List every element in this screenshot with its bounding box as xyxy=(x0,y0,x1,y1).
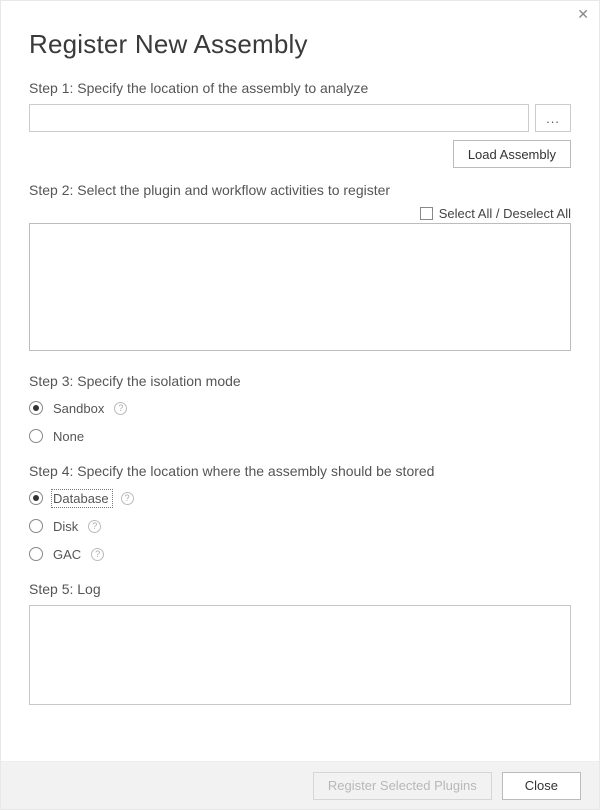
close-button[interactable]: Close xyxy=(502,772,581,800)
step5-label: Step 5: Log xyxy=(29,581,571,597)
help-icon[interactable]: ? xyxy=(114,402,127,415)
radio-icon[interactable] xyxy=(29,519,43,533)
step3-section: Step 3: Specify the isolation mode Sandb… xyxy=(29,373,571,445)
step2-label: Step 2: Select the plugin and workflow a… xyxy=(29,182,571,198)
browse-button[interactable]: ... xyxy=(535,104,571,132)
storage-option-database[interactable]: Database? xyxy=(29,489,571,507)
storage-option-gac[interactable]: GAC? xyxy=(29,545,571,563)
radio-icon[interactable] xyxy=(29,547,43,561)
close-icon[interactable]: ✕ xyxy=(577,7,589,21)
step5-section: Step 5: Log xyxy=(29,581,571,705)
select-all-label: Select All / Deselect All xyxy=(439,206,571,221)
step1-label: Step 1: Specify the location of the asse… xyxy=(29,80,571,96)
step4-label: Step 4: Specify the location where the a… xyxy=(29,463,571,479)
radio-label: Disk xyxy=(53,519,78,534)
dialog-content: Register New Assembly Step 1: Specify th… xyxy=(1,1,599,705)
help-icon[interactable]: ? xyxy=(121,492,134,505)
radio-label: GAC xyxy=(53,547,81,562)
radio-icon[interactable] xyxy=(29,491,43,505)
load-assembly-button[interactable]: Load Assembly xyxy=(453,140,571,168)
isolation-option-none[interactable]: None xyxy=(29,427,571,445)
step2-section: Step 2: Select the plugin and workflow a… xyxy=(29,182,571,351)
plugin-listbox[interactable] xyxy=(29,223,571,351)
help-icon[interactable]: ? xyxy=(88,520,101,533)
storage-option-disk[interactable]: Disk? xyxy=(29,517,571,535)
radio-icon[interactable] xyxy=(29,401,43,415)
radio-label: None xyxy=(53,429,84,444)
select-all-checkbox[interactable] xyxy=(420,207,433,220)
radio-label: Database xyxy=(53,491,111,506)
step1-section: Step 1: Specify the location of the asse… xyxy=(29,80,571,168)
help-icon[interactable]: ? xyxy=(91,548,104,561)
dialog-title: Register New Assembly xyxy=(29,29,571,60)
assembly-path-input[interactable] xyxy=(29,104,529,132)
dialog-footer: Register Selected Plugins Close xyxy=(1,761,599,809)
isolation-option-sandbox[interactable]: Sandbox? xyxy=(29,399,571,417)
log-textbox[interactable] xyxy=(29,605,571,705)
step3-label: Step 3: Specify the isolation mode xyxy=(29,373,571,389)
step4-section: Step 4: Specify the location where the a… xyxy=(29,463,571,563)
radio-label: Sandbox xyxy=(53,401,104,416)
register-selected-plugins-button: Register Selected Plugins xyxy=(313,772,492,800)
radio-icon[interactable] xyxy=(29,429,43,443)
